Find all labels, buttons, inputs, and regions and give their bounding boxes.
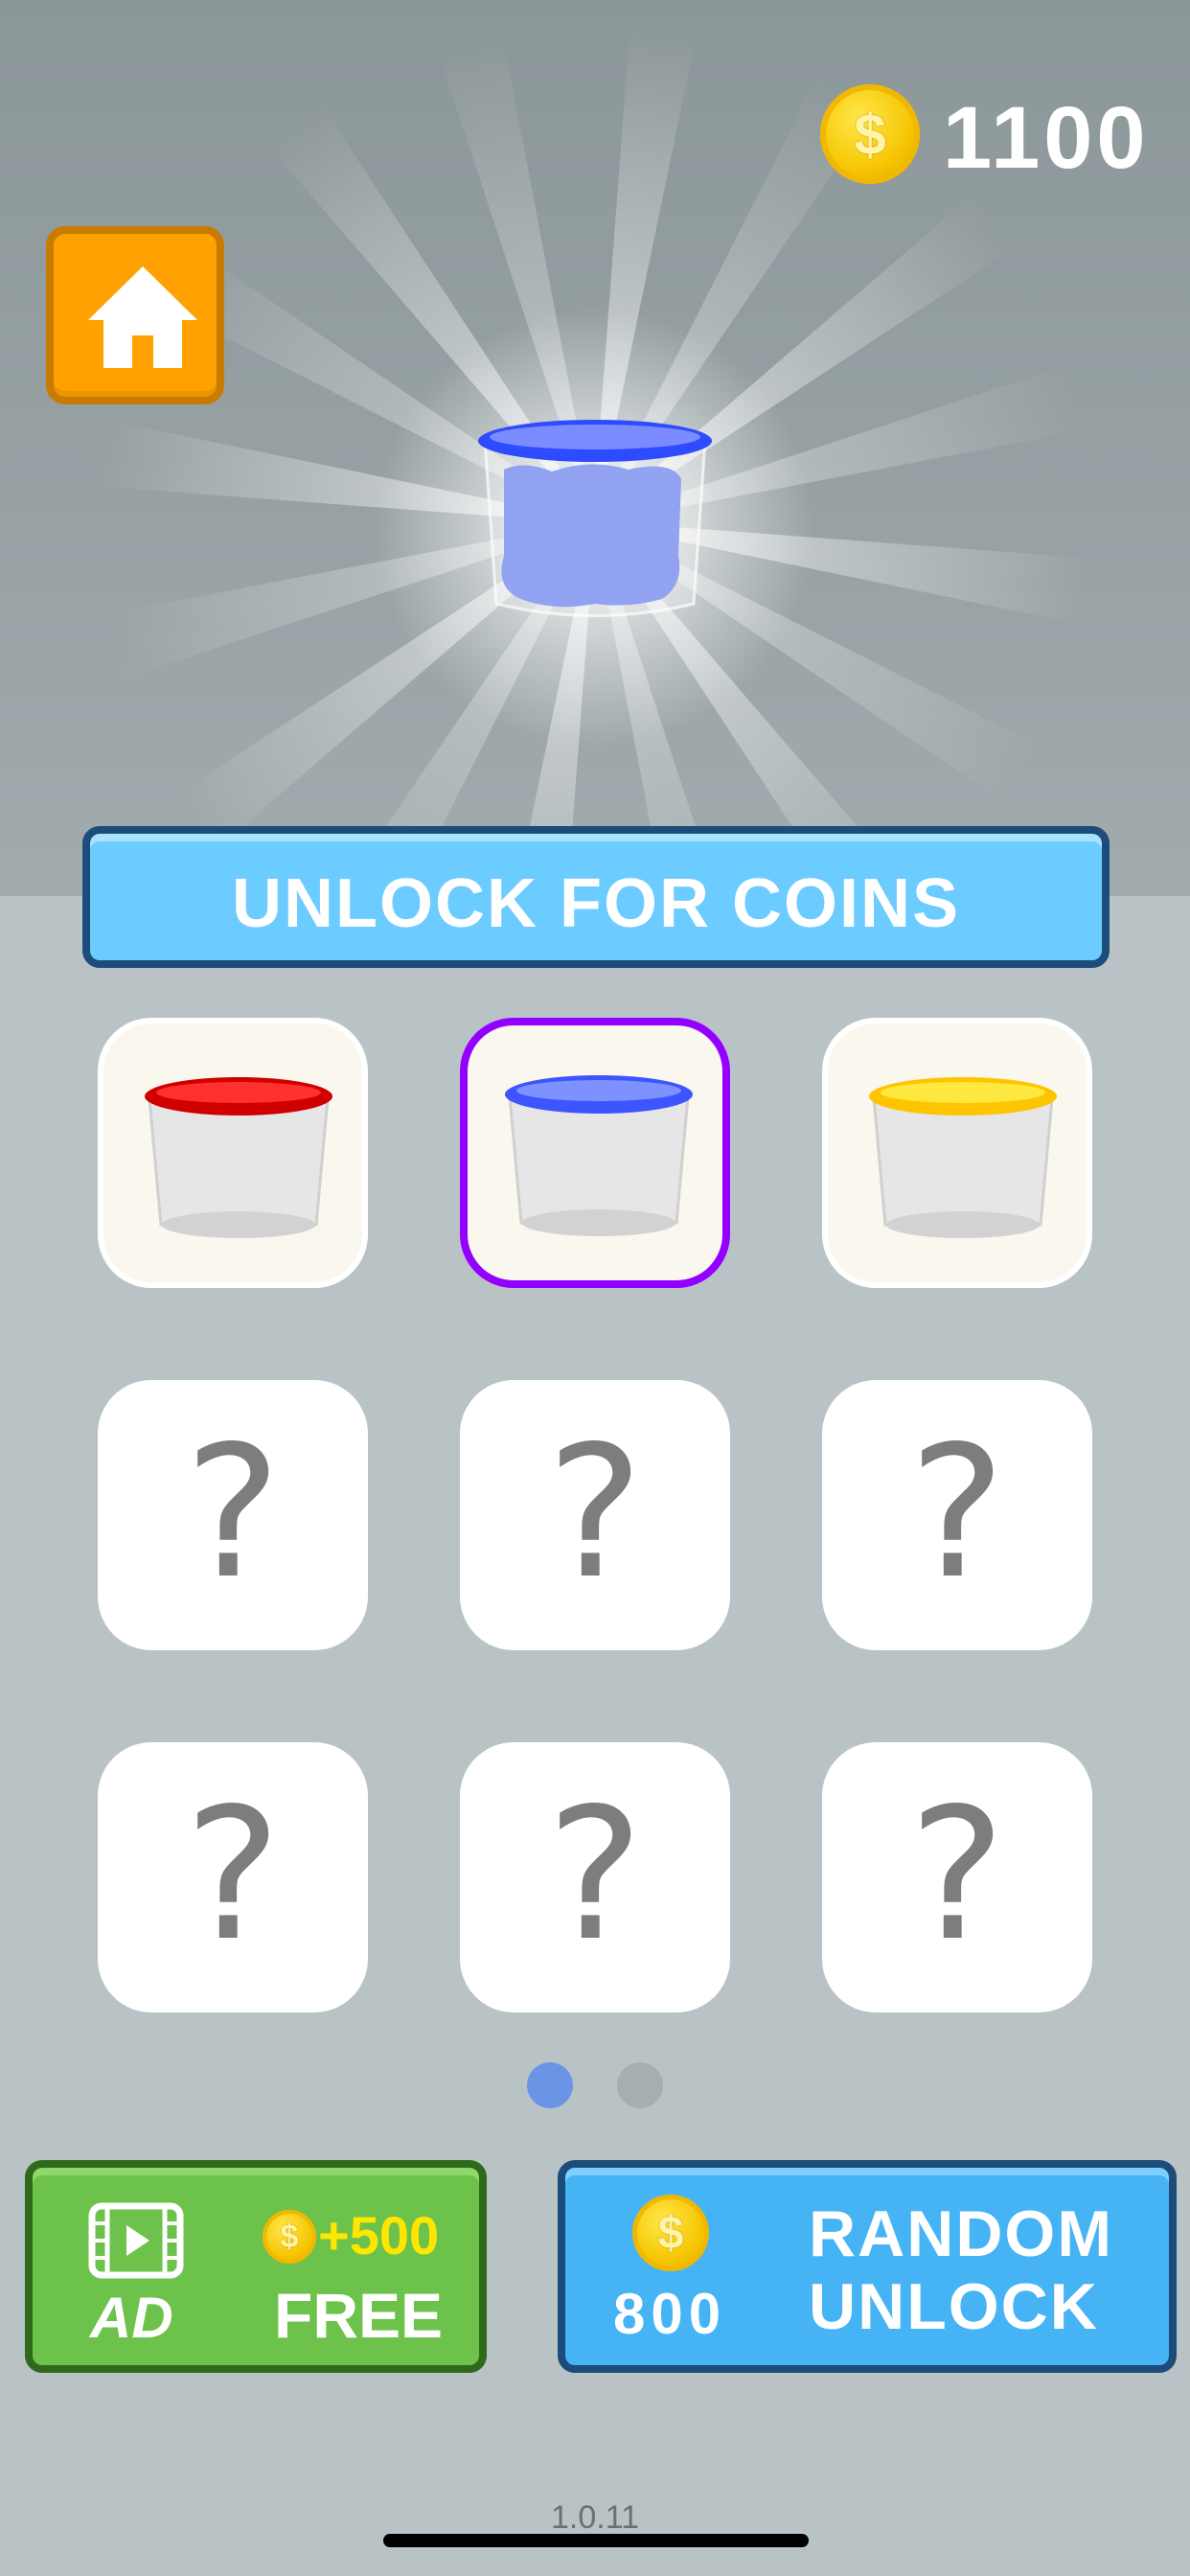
locked-skin-tile[interactable]: ? [460,1380,730,1650]
skin-tile-blue[interactable] [460,1018,730,1288]
skin-tile-red[interactable] [98,1018,368,1288]
home-button[interactable] [46,226,224,404]
coin-icon: $ [263,2210,316,2264]
home-icon [88,266,197,368]
coin-icon: $ [820,84,920,184]
skin-tile-yellow[interactable] [822,1018,1092,1288]
question-mark-icon: ? [184,1769,282,1981]
unlock-label: UNLOCK [809,2270,1099,2343]
page-indicator-1[interactable] [527,2062,573,2108]
selected-jar-preview [478,420,712,617]
question-mark-icon: ? [546,1769,644,1981]
coin-symbol: $ [657,2207,684,2259]
page-indicator-2[interactable] [617,2062,663,2108]
unlock-price: 800 [613,2282,727,2346]
question-mark-icon: ? [908,1407,1006,1619]
coin-icon: $ [632,2195,709,2271]
question-mark-icon: ? [908,1769,1006,1981]
random-unlock-button[interactable]: $ 800 RANDOM UNLOCK [558,2160,1177,2373]
blue-jar-icon [505,1075,693,1236]
locked-skin-tile[interactable]: ? [822,1742,1092,2012]
free-label: FREE [274,2280,444,2351]
coin-balance: 1100 [943,89,1150,187]
version-label: 1.0.11 [550,2499,639,2536]
yellow-jar-icon [869,1077,1057,1238]
reward-amount: +500 [318,2205,440,2266]
question-mark-icon: ? [184,1407,282,1619]
banner-label: UNLOCK FOR COINS [232,865,960,942]
coin-symbol: $ [280,2218,299,2255]
video-icon [88,2202,184,2279]
random-label: RANDOM [809,2197,1113,2270]
locked-skin-tile[interactable]: ? [98,1380,368,1650]
home-indicator[interactable] [383,2534,809,2547]
ad-label: AD [90,2286,173,2350]
unlock-for-coins-banner: UNLOCK FOR COINS [82,826,1110,968]
red-jar-icon [145,1077,332,1238]
locked-skin-tile[interactable]: ? [822,1380,1092,1650]
locked-skin-tile[interactable]: ? [460,1742,730,2012]
coin-symbol: $ [854,102,886,167]
locked-skin-tile[interactable]: ? [98,1742,368,2012]
watch-ad-free-coins-button[interactable]: AD $ +500 FREE [25,2160,487,2373]
question-mark-icon: ? [546,1407,644,1619]
